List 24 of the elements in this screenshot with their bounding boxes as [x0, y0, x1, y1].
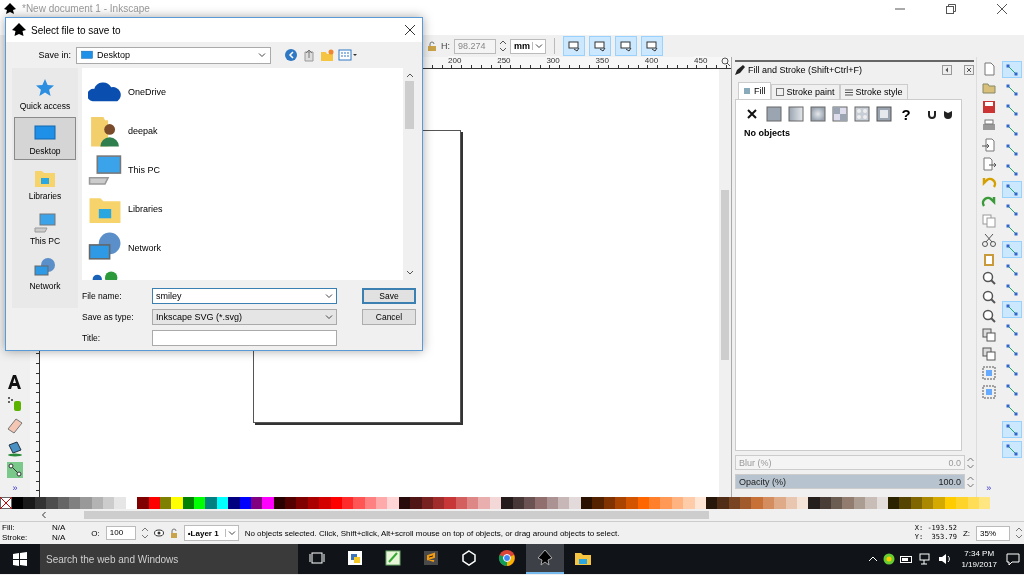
ruler-label: 250 — [497, 56, 511, 65]
fill-label: Fill: — [2, 523, 16, 533]
ruler-label: 200 — [448, 56, 462, 65]
file-name-label: File name: — [82, 290, 123, 301]
height-label: H: — [441, 41, 450, 51]
stroke-value: N/A — [52, 533, 66, 543]
zoom-label: Z: — [962, 528, 970, 538]
window-title: *New document 1 - Inkscape — [22, 3, 151, 14]
save-as-type-label: Save as type: — [82, 311, 135, 322]
ruler-label: 450 — [694, 56, 708, 65]
stroke-label: Stroke: — [2, 533, 29, 543]
opacity-label: O: — [91, 528, 100, 538]
dialog-title: Select file to save to — [31, 24, 122, 36]
ruler-label: 400 — [644, 56, 659, 65]
clock-date: 1/19/2017 — [961, 559, 997, 570]
fill-value: N/A — [52, 523, 66, 533]
save-in-label: Save in: — [37, 50, 71, 60]
title-label: Title: — [82, 332, 102, 343]
ruler-label: 300 — [546, 56, 560, 65]
clock-time: 7:34 PM — [964, 548, 995, 559]
status-message: No objects selected. Click, Shift+click, Alt+scroll mouse on top of objects, or drag around objects to select. — [244, 528, 621, 538]
status-message: No objects — [744, 128, 791, 138]
ruler-label: 350 — [595, 56, 609, 65]
panel-title: Fill and Stroke (Shift+Ctrl+F) — [748, 65, 864, 75]
